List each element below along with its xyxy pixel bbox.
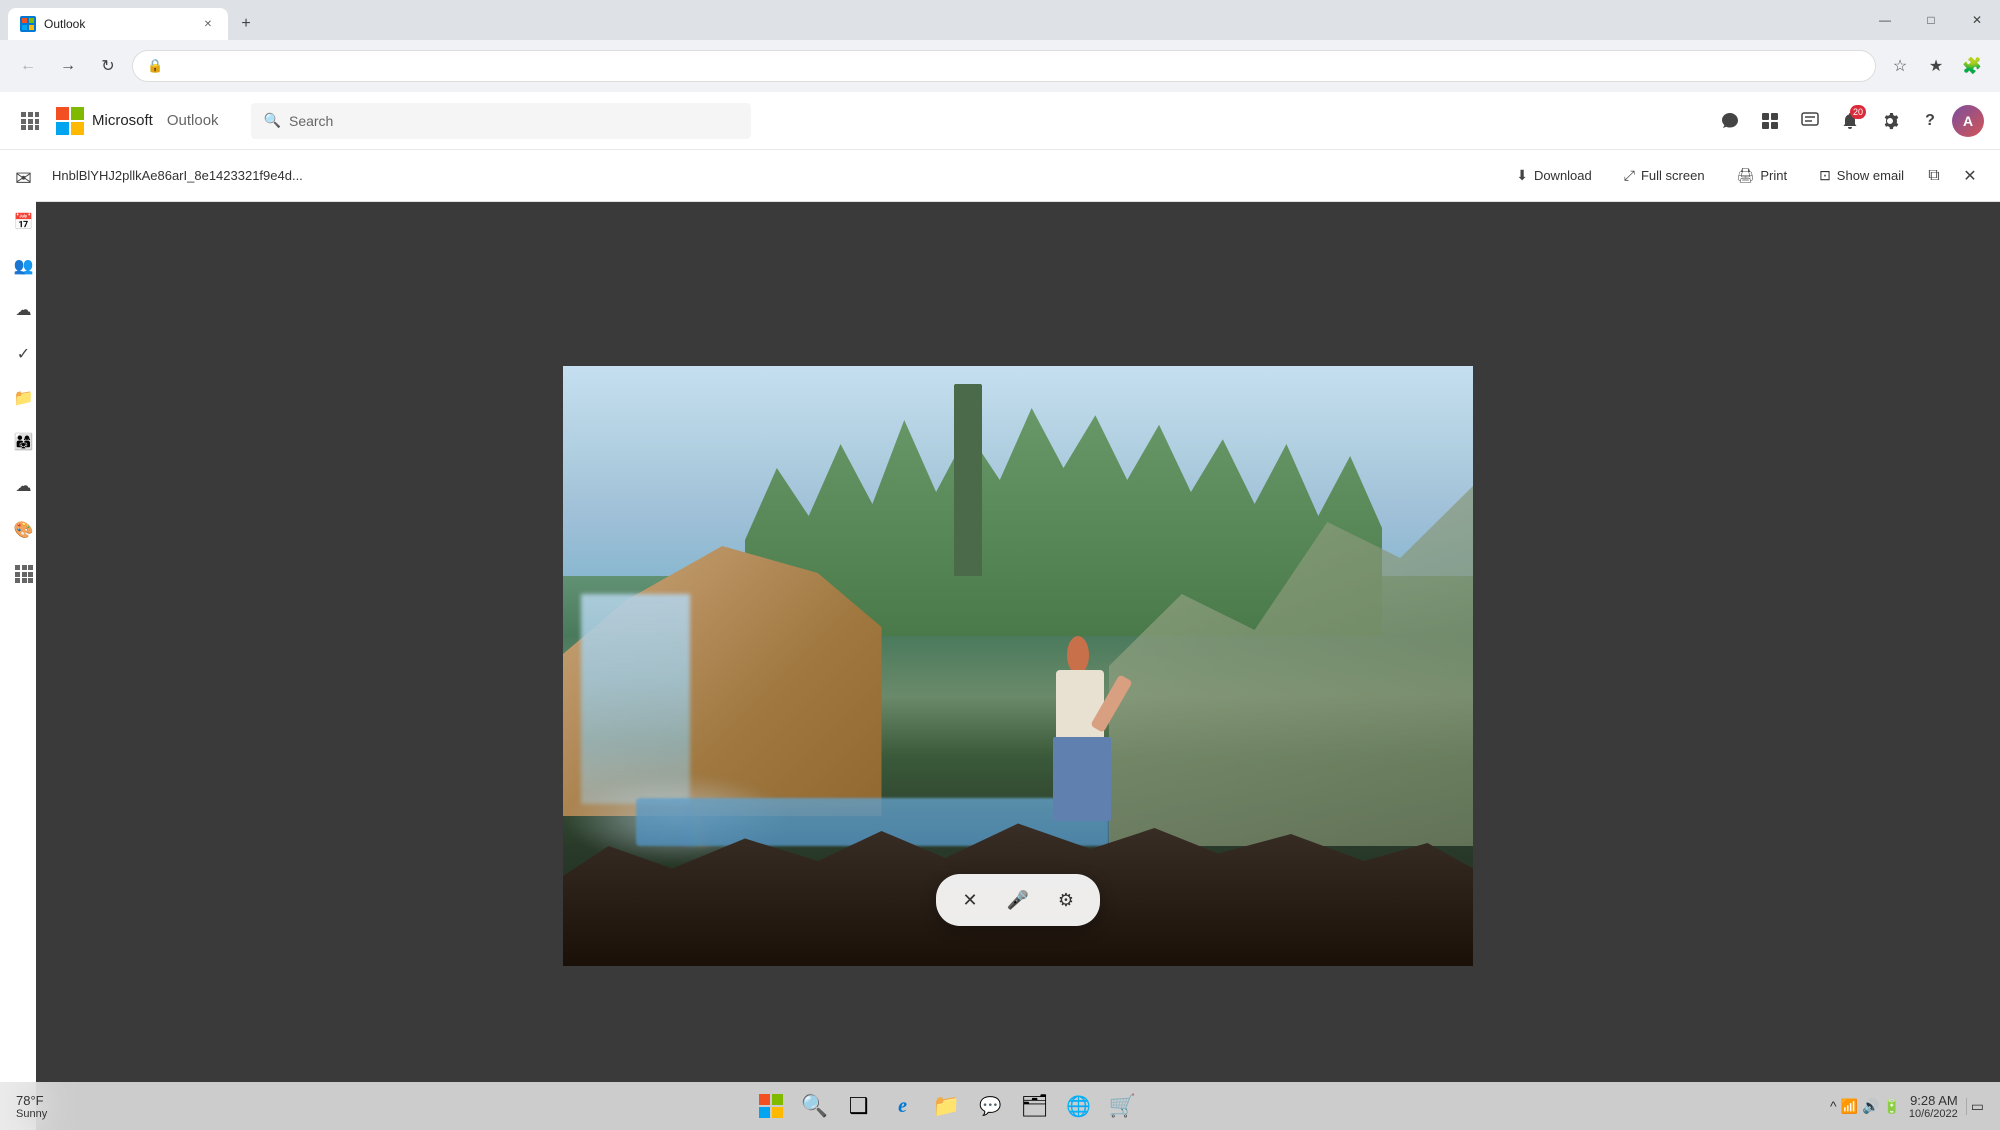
taskbar-center: 🔍 ❑ e 📁 💬 🗂 🌐 🛒	[63, 1086, 1830, 1126]
help-button[interactable]: ?	[1912, 103, 1948, 139]
taskbar-search-button[interactable]: 🔍	[795, 1086, 835, 1126]
notifications-badge: 20	[1850, 105, 1866, 119]
microsoft-logo[interactable]: Microsoft	[56, 107, 153, 135]
lock-icon: 🔒	[147, 58, 163, 74]
download-label: Download	[1534, 168, 1592, 183]
show-desktop-button[interactable]: ▭	[1966, 1098, 1984, 1115]
volume-icon[interactable]: 🔊	[1862, 1098, 1879, 1115]
search-bar[interactable]: 🔍 Search	[251, 103, 751, 139]
search-placeholder: Search	[289, 113, 333, 129]
start-button[interactable]	[751, 1086, 791, 1126]
fullscreen-button[interactable]: ⤢ Full screen	[1616, 163, 1713, 188]
battery-icon[interactable]: 🔋	[1883, 1098, 1900, 1115]
system-tray-icons: ^ 📶 🔊 🔋	[1830, 1098, 1901, 1115]
photo-area: ✕ 🎤 ⚙	[36, 202, 2000, 1130]
feedback-button[interactable]	[1792, 103, 1828, 139]
taskbar-right: ^ 📶 🔊 🔋 9:28 AM 10/6/2022 ▭	[1830, 1093, 1984, 1120]
download-icon: ⬇	[1516, 167, 1528, 184]
person-figure	[1045, 636, 1118, 846]
address-bar: ← → ↻ 🔒 ☆ ★ 🧩	[0, 40, 2000, 92]
file-explorer-2-button[interactable]: 🗂	[1015, 1086, 1055, 1126]
refresh-button[interactable]: ↻	[92, 50, 124, 82]
minimize-button[interactable]: —	[1862, 0, 1908, 40]
window-controls: — □ ✕	[1862, 0, 2000, 40]
show-email-icon: ⊡	[1819, 167, 1831, 184]
favorites-button[interactable]: ☆	[1884, 50, 1916, 82]
person-pants	[1053, 737, 1111, 821]
floating-mic-button[interactable]: 🎤	[1000, 882, 1036, 918]
person-body	[1056, 670, 1103, 744]
network-icon[interactable]: 📶	[1841, 1098, 1858, 1115]
extensions-button[interactable]: 🧩	[1956, 50, 1988, 82]
forward-button[interactable]: →	[52, 50, 84, 82]
outlook-label: Outlook	[167, 112, 219, 129]
collections-button[interactable]: ★	[1920, 50, 1952, 82]
tab-title: Outlook	[44, 17, 192, 31]
chevron-up-icon[interactable]: ^	[1830, 1098, 1837, 1114]
floating-close-button[interactable]: ✕	[952, 882, 988, 918]
header-right-actions: 20 ? A	[1712, 103, 1984, 139]
outlook-header: Microsoft Outlook 🔍 Search	[0, 92, 2000, 150]
show-email-label: Show email	[1837, 168, 1904, 183]
floating-toolbar: ✕ 🎤 ⚙	[936, 874, 1100, 926]
edge-2-button[interactable]: 🌐	[1059, 1086, 1099, 1126]
settings-button[interactable]	[1872, 103, 1908, 139]
new-tab-button[interactable]: +	[232, 10, 260, 38]
weather-temp: 78°F	[16, 1093, 47, 1108]
file-explorer-button[interactable]: 📁	[927, 1086, 967, 1126]
floating-settings-button[interactable]: ⚙	[1048, 882, 1084, 918]
store-button[interactable]: 🛒	[1103, 1086, 1143, 1126]
tab-close-button[interactable]: ✕	[200, 16, 216, 32]
person-head	[1067, 636, 1089, 674]
tab-favicon	[20, 16, 36, 32]
attachment-right-actions: ⊡ Show email ⧉ ✕	[1811, 162, 1984, 190]
weather-condition: Sunny	[16, 1108, 47, 1120]
url-bar[interactable]: 🔒	[132, 50, 1876, 82]
browser-actions: ☆ ★ 🧩	[1884, 50, 1988, 82]
fullscreen-label: Full screen	[1641, 168, 1705, 183]
active-tab[interactable]: Outlook ✕	[8, 8, 228, 40]
close-viewer-button[interactable]: ✕	[1956, 162, 1984, 190]
apps-button[interactable]	[1752, 103, 1788, 139]
fullscreen-icon: ⤢	[1624, 167, 1635, 184]
app-launcher-button[interactable]	[16, 107, 44, 135]
print-label: Print	[1760, 168, 1787, 183]
photo-canvas: ✕ 🎤 ⚙	[563, 366, 1473, 966]
print-icon: 🖨	[1737, 167, 1755, 184]
download-button[interactable]: ⬇ Download	[1508, 163, 1600, 188]
taskbar-weather[interactable]: 78°F Sunny	[16, 1093, 47, 1120]
microsoft-text: Microsoft	[92, 112, 153, 129]
show-email-button[interactable]: ⊡ Show email	[1811, 163, 1912, 188]
notifications-button[interactable]: 20	[1832, 103, 1868, 139]
chat-button[interactable]	[1712, 103, 1748, 139]
print-button[interactable]: 🖨 Print	[1729, 163, 1796, 188]
attachment-filename: HnblBlYHJ2pllkAe86arI_8e1423321f9e4d...	[52, 168, 1492, 183]
current-date: 10/6/2022	[1909, 1108, 1958, 1120]
avatar[interactable]: A	[1952, 105, 1984, 137]
main-layout: ✉ 📅 👥 ☁ ✓ 📁 👨‍👩‍👧 ☁ 🎨 HnblBlYHJ2pllkAe86…	[0, 150, 2000, 1130]
search-icon: 🔍	[264, 112, 281, 129]
taskbar-clock[interactable]: 9:28 AM 10/6/2022	[1909, 1093, 1958, 1120]
maximize-button[interactable]: □	[1908, 0, 1954, 40]
teams-button[interactable]: 💬	[971, 1086, 1011, 1126]
current-time: 9:28 AM	[1909, 1093, 1958, 1108]
tall-tree	[954, 384, 981, 576]
taskbar-left: 78°F Sunny	[16, 1093, 63, 1120]
open-new-window-button[interactable]: ⧉	[1920, 162, 1948, 190]
attachment-toolbar: HnblBlYHJ2pllkAe86arI_8e1423321f9e4d... …	[36, 150, 2000, 202]
attachment-viewer: HnblBlYHJ2pllkAe86arI_8e1423321f9e4d... …	[36, 150, 2000, 1130]
close-window-button[interactable]: ✕	[1954, 0, 2000, 40]
edge-browser-button[interactable]: e	[883, 1086, 923, 1126]
back-button[interactable]: ←	[12, 50, 44, 82]
task-view-button[interactable]: ❑	[839, 1086, 879, 1126]
taskbar: 78°F Sunny 🔍 ❑ e 📁 💬 🗂 🌐 🛒 ^ 📶 🔊 🔋	[0, 1082, 2000, 1130]
